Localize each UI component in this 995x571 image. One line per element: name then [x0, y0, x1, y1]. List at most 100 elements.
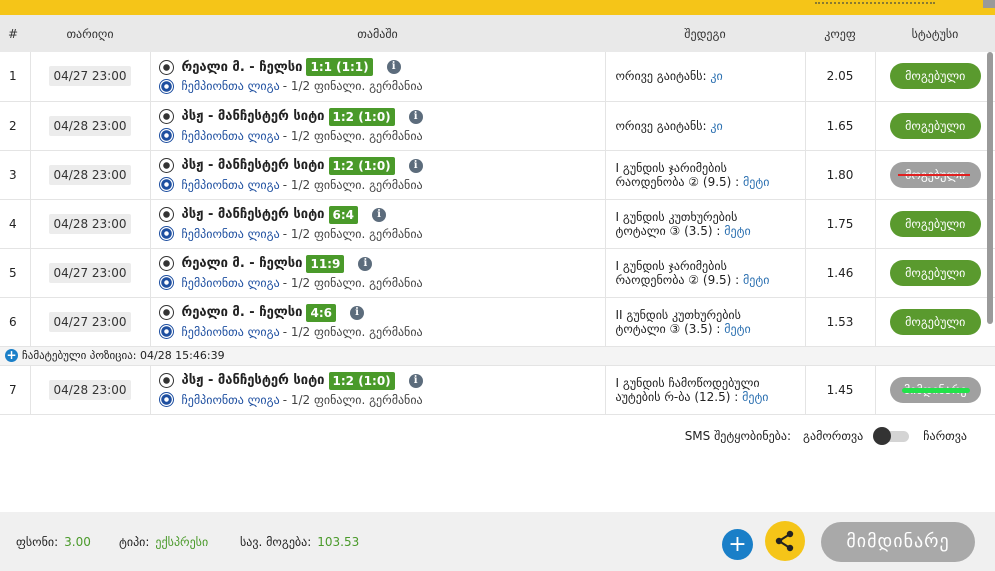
row-game-cell: რეალი მ. - ჩელსი 11:9 i ჩემპიონთა ლიგა - 1/… [150, 248, 606, 298]
table-header: # თარიღი თამაში შედეგი კოეფ სტატუსი [0, 15, 995, 52]
row-date-cell: 04/27 23:00 [30, 52, 151, 102]
result-value: კი [710, 118, 723, 133]
share-button[interactable] [765, 521, 805, 561]
row-num: 2 [0, 101, 31, 151]
info-icon[interactable]: i [408, 373, 423, 388]
result-line2: რაოდენობა ② (9.5) : [615, 174, 743, 189]
result-line1: II გუნდის კუთხურების [615, 307, 741, 322]
info-icon[interactable]: i [372, 207, 387, 222]
table-row: 4 04/28 23:00 პსჟ - მანჩესტერ სიტი 6:4 i ჩემპ… [0, 199, 995, 249]
stake-stat: ფსონი: 3.00 [16, 535, 91, 549]
score-badge: 11:9 [306, 254, 345, 273]
match-stage: - 1/2 ფინალი. გერმანია [282, 392, 423, 407]
type-stat: ტიპი: ექსპრესი [119, 535, 208, 549]
sms-off-label: გამორთვა [803, 429, 864, 443]
win-label: სავ. მოგება: [240, 535, 312, 549]
header-result: შედეგი [605, 15, 805, 52]
row-odd: 1.75 [805, 199, 876, 249]
header-status: სტატუსი [875, 15, 995, 52]
result-line1: I გუნდის ჩამოწოდებული [615, 375, 760, 390]
win-value: 103.53 [317, 535, 360, 549]
row-status-cell: მოგებული [875, 101, 995, 151]
match-teams[interactable]: რეალი მ. - ჩელსი [182, 60, 303, 75]
football-icon [158, 109, 174, 124]
status-label: მოგებული [905, 69, 966, 84]
match-teams[interactable]: პსჟ - მანჩესტერ სიტი [182, 109, 325, 124]
row-date-cell: 04/28 23:00 [30, 199, 151, 249]
match-teams[interactable]: პსჟ - მანჩესტერ სიტი [182, 207, 325, 222]
match-teams[interactable]: პსჟ - მანჩესტერ სიტი [182, 373, 325, 388]
score-badge: 6:4 [328, 205, 359, 224]
result-line1: I გუნდის ჯარიმების [615, 160, 727, 175]
result-value: მეტი [724, 321, 751, 336]
league-link[interactable]: ჩემპიონთა ლიგა [182, 79, 280, 93]
result-value: კი [710, 69, 723, 84]
row-date: 04/28 23:00 [48, 379, 132, 400]
row-date-cell: 04/27 23:00 [30, 297, 151, 347]
league-icon [158, 275, 174, 290]
row-result-cell: I გუნდის ჯარიმების რაოდენობა ② (9.5) : მე… [605, 150, 806, 200]
league-link[interactable]: ჩემპიონთა ლიგა [182, 393, 280, 407]
current-button[interactable]: მიმდინარე [821, 522, 975, 562]
league-icon [158, 226, 174, 241]
sms-toggle[interactable] [873, 427, 913, 445]
stake-label: ფსონი: [16, 535, 59, 549]
league-link[interactable]: ჩემპიონთა ლიგა [182, 227, 280, 241]
row-game-cell: პსჟ - მანჩესტერ სიტი 6:4 i ჩემპიონთა ლიგა -… [150, 199, 606, 249]
info-icon[interactable]: i [408, 158, 423, 173]
status-badge[interactable]: მოგებული [889, 112, 981, 139]
info-icon[interactable]: i [349, 305, 364, 320]
score-badge: 4:6 [306, 303, 336, 322]
row-odd: 2.05 [805, 52, 876, 102]
row-date: 04/28 23:00 [48, 213, 132, 234]
added-position-cell: + ჩამატებული პოზიცია: 04/28 15:46:39 [0, 346, 995, 366]
league-link[interactable]: ჩემპიონთა ლიგა [182, 178, 280, 192]
top-bar [0, 0, 995, 15]
league-link[interactable]: ჩემპიონთა ლიგა [182, 276, 280, 290]
row-game-cell: პსჟ - მანჩესტერ სიტი 1:2 (1:0) i ჩემპიონთა … [150, 101, 606, 151]
status-badge[interactable]: მიმდინარე [889, 376, 981, 403]
result-line1: ორივე გაიტანს: [615, 118, 711, 133]
row-num: 1 [0, 52, 31, 102]
league-link[interactable]: ჩემპიონთა ლიგა [182, 129, 280, 143]
match-teams[interactable]: პსჟ - მანჩესტერ სიტი [182, 158, 325, 173]
row-date: 04/28 23:00 [48, 164, 132, 185]
status-label: მოგებული [905, 118, 966, 133]
row-status-cell: მოგებული [875, 150, 995, 200]
status-badge[interactable]: მოგებული [889, 259, 981, 286]
row-result-cell: ორივე გაიტანს: კი [605, 101, 806, 151]
status-badge[interactable]: მოგებული [889, 210, 981, 237]
match-teams[interactable]: რეალი მ. - ჩელსი [182, 256, 303, 271]
info-icon[interactable]: i [386, 60, 401, 75]
status-badge[interactable]: მოგებული [889, 161, 981, 188]
football-icon [158, 158, 174, 173]
row-date: 04/27 23:00 [48, 262, 132, 283]
result-value: მეტი [743, 272, 770, 287]
info-icon[interactable]: i [408, 109, 423, 124]
row-game-cell: რეალი მ. - ჩელსი 4:6 i ჩემპიონთა ლიგა - 1/2… [150, 297, 606, 347]
row-result-cell: I გუნდის კუთხურების ტოტალი ③ (3.5) : მეტი [605, 199, 806, 249]
status-badge[interactable]: მოგებული [889, 308, 981, 335]
table-row: 6 04/27 23:00 რეალი მ. - ჩელსი 4:6 i ჩემპიონთ… [0, 297, 995, 347]
league-link[interactable]: ჩემპიონთა ლიგა [182, 325, 280, 339]
expand-plus-icon[interactable]: + [5, 349, 18, 363]
row-game-cell: პსჟ - მანჩესტერ სიტი 1:2 (1:0) i ჩემპიონთა … [150, 150, 606, 200]
table-row: 7 04/28 23:00 პსჟ - მანჩესტერ სიტი 1:2 (1:0… [0, 365, 995, 415]
added-position-notice: + ჩამატებული პოზიცია: 04/28 15:46:39 [0, 346, 995, 366]
match-stage: - 1/2 ფინალი. გერმანია [282, 275, 423, 290]
score-badge: 1:2 (1:0) [328, 156, 395, 175]
match-teams[interactable]: რეალი მ. - ჩელსი [182, 305, 303, 320]
info-icon[interactable]: i [358, 256, 373, 271]
row-status-cell: მოგებული [875, 52, 995, 102]
result-line1: I გუნდის კუთხურების [615, 209, 738, 224]
header-game: თამაში [150, 15, 605, 52]
result-line2: აუტების რ-ბა (12.5) : [615, 389, 743, 404]
row-date: 04/28 23:00 [48, 115, 132, 136]
row-result-cell: I გუნდის ჩამოწოდებული აუტების რ-ბა (12.5)… [605, 365, 806, 415]
add-button[interactable]: + [722, 529, 753, 560]
scrollbar-thumb[interactable] [987, 52, 993, 324]
score-badge: 1:2 (1:0) [328, 107, 395, 126]
result-line2: ტოტალი ③ (3.5) : [615, 223, 725, 238]
score-badge: 1:1 (1:1) [306, 58, 373, 77]
status-badge[interactable]: მოგებული [889, 63, 981, 90]
